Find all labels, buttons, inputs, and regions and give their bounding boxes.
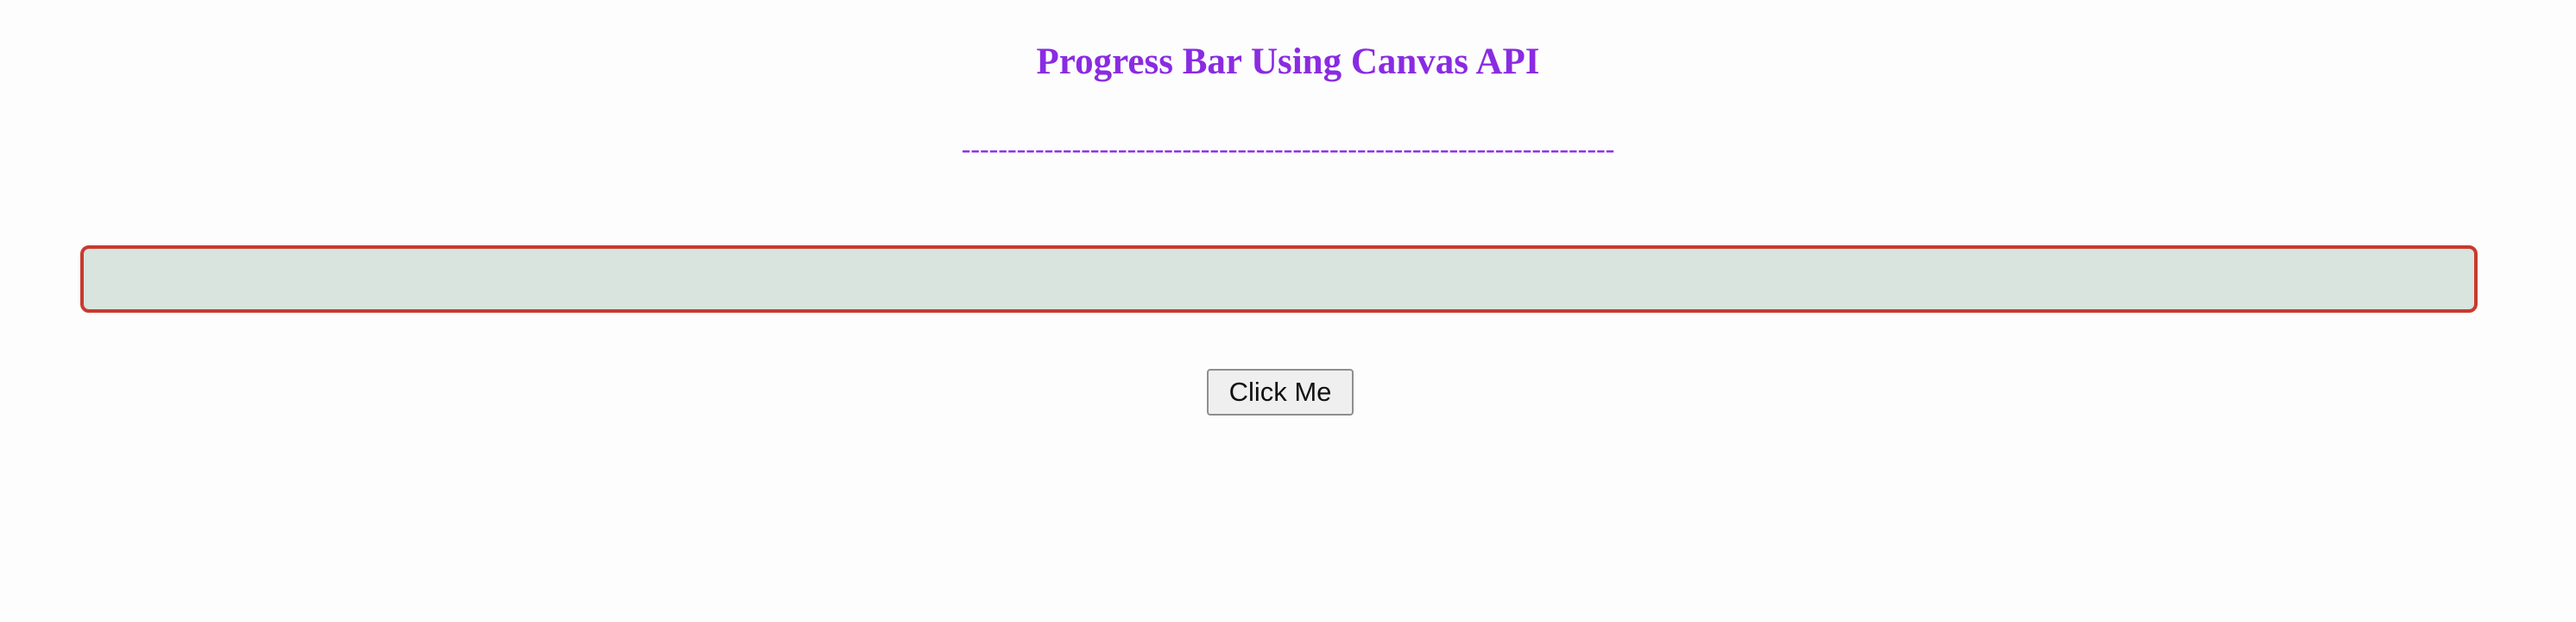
click-me-button[interactable]: Click Me <box>1207 369 1354 416</box>
dashed-divider: ----------------------------------------… <box>961 133 1615 164</box>
progress-bar-canvas <box>80 245 2478 313</box>
page-title: Progress Bar Using Canvas API <box>1036 41 1540 82</box>
